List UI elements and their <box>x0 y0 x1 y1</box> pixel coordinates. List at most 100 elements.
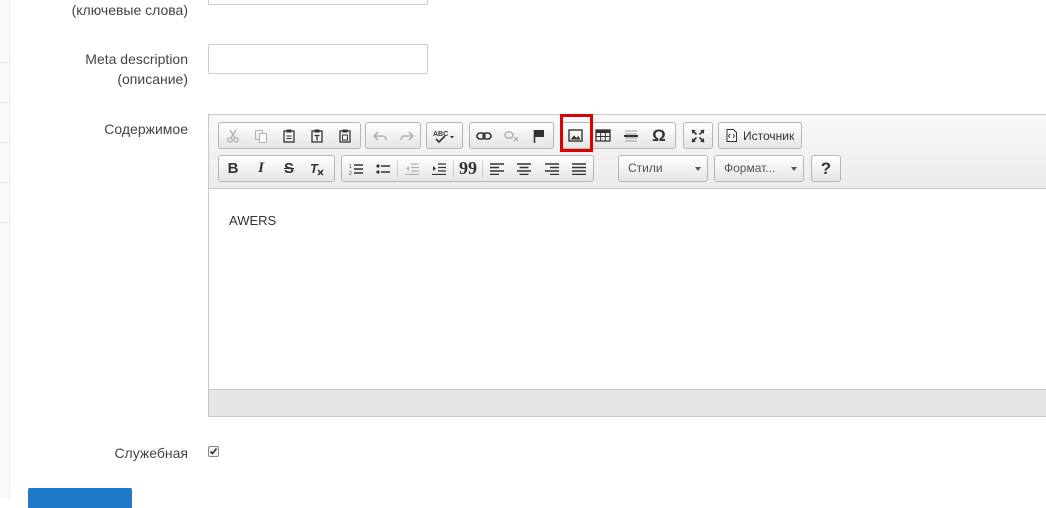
meta-description-label-line2: (описание) <box>117 71 188 87</box>
remove-format-icon: T <box>310 162 324 176</box>
chevron-down-icon <box>695 167 701 171</box>
align-justify-button[interactable] <box>565 156 593 181</box>
horizontal-rule-icon <box>624 130 638 141</box>
paste-text-button[interactable] <box>303 123 331 148</box>
remove-format-button[interactable]: T <box>303 156 331 181</box>
chevron-down-icon <box>791 167 797 171</box>
sidebar-divider <box>0 102 9 103</box>
meta-description-input[interactable] <box>208 44 428 74</box>
clipboard-group <box>218 122 361 149</box>
special-char-button[interactable]: Ω <box>645 123 673 148</box>
indent-button[interactable] <box>426 156 454 181</box>
align-center-button[interactable] <box>510 156 538 181</box>
outdent-button[interactable] <box>398 156 426 181</box>
service-checkbox[interactable] <box>208 446 219 457</box>
table-button[interactable] <box>589 123 617 148</box>
paragraph-group: 12 99 <box>341 155 594 182</box>
bulleted-list-button[interactable] <box>370 156 398 181</box>
meta-description-label: Meta description (описание) <box>85 49 188 89</box>
link-button[interactable] <box>470 123 498 148</box>
table-icon <box>595 129 611 142</box>
help-icon: ? <box>820 158 832 178</box>
svg-text:1: 1 <box>349 164 352 170</box>
align-left-icon <box>489 162 504 175</box>
sidebar-divider <box>0 142 9 143</box>
sidebar-divider <box>0 62 9 63</box>
svg-text:2: 2 <box>349 171 352 175</box>
unlink-icon <box>503 130 518 141</box>
editor-status-bar <box>209 389 1046 416</box>
format-dropdown-label: Формат... <box>724 161 776 175</box>
copy-icon <box>255 129 267 143</box>
maximize-button[interactable] <box>684 123 712 148</box>
bulleted-list-icon <box>376 163 391 174</box>
editor-toolbar: ABC Ω Источник B I S T 1 2 99 Стили Форм… <box>209 115 1046 189</box>
format-dropdown[interactable]: Формат... <box>714 155 804 182</box>
editor-content-text: AWERS <box>229 213 277 228</box>
history-group <box>365 122 421 149</box>
omega-icon: Ω <box>652 125 666 145</box>
italic-icon: I <box>258 160 264 176</box>
link-icon <box>476 131 492 140</box>
maximize-icon <box>691 128 705 143</box>
sidebar-divider <box>0 222 9 223</box>
links-group <box>469 122 554 149</box>
meta-description-label-line1: Meta description <box>85 51 188 67</box>
redo-icon <box>399 130 414 141</box>
service-label: Служебная <box>114 445 188 461</box>
align-left-button[interactable] <box>483 156 511 181</box>
anchor-button[interactable] <box>525 123 553 148</box>
editor-content-area[interactable]: AWERS <box>209 189 1046 390</box>
spellcheck-icon: ABC <box>433 131 454 143</box>
copy-button[interactable] <box>247 123 275 148</box>
align-right-button[interactable] <box>538 156 566 181</box>
outdent-icon <box>404 162 419 175</box>
numbered-list-icon: 12 <box>349 164 363 175</box>
keywords-label: (ключевые слова) <box>71 2 188 18</box>
numbered-list-button[interactable]: 12 <box>342 156 370 181</box>
left-sidebar-edge <box>0 0 10 499</box>
paste-text-icon <box>311 129 323 143</box>
image-button[interactable] <box>561 123 589 148</box>
spellcheck-button[interactable]: ABC <box>427 123 462 148</box>
svg-text:ABC: ABC <box>433 131 448 138</box>
paste-word-icon <box>339 129 351 143</box>
undo-icon <box>372 130 387 141</box>
blockquote-button[interactable]: 99 <box>454 156 482 181</box>
basicstyles-group: B I S T <box>218 155 335 182</box>
cut-icon <box>227 129 239 143</box>
horizontal-rule-button[interactable] <box>617 123 645 148</box>
source-icon <box>726 129 737 142</box>
redo-button[interactable] <box>393 123 420 148</box>
paste-button[interactable] <box>275 123 303 148</box>
checkmark-icon <box>209 448 218 455</box>
paste-word-button[interactable] <box>331 123 359 148</box>
styles-dropdown[interactable]: Стили <box>618 155 708 182</box>
styles-dropdown-label: Стили <box>628 161 663 175</box>
strike-button[interactable]: S <box>275 156 303 181</box>
sidebar-divider <box>0 182 9 183</box>
content-label: Содержимое <box>104 121 188 137</box>
bold-button[interactable]: B <box>219 156 247 181</box>
keywords-input[interactable] <box>208 0 428 5</box>
help-button[interactable]: ? <box>812 156 840 181</box>
italic-button[interactable]: I <box>247 156 275 181</box>
unlink-button[interactable] <box>498 123 526 148</box>
align-justify-icon <box>572 162 587 175</box>
help-group: ? <box>811 155 841 182</box>
paste-icon <box>283 129 295 143</box>
align-center-icon <box>517 162 532 175</box>
undo-button[interactable] <box>366 123 393 148</box>
blockquote-icon: 99 <box>459 158 477 178</box>
source-group: Источник <box>718 122 802 149</box>
svg-text:T: T <box>310 162 319 176</box>
bold-icon: B <box>227 160 239 177</box>
align-right-icon <box>544 162 559 175</box>
strikethrough-icon: S <box>283 160 294 177</box>
indent-icon <box>432 162 447 175</box>
cut-button[interactable] <box>219 123 247 148</box>
source-button[interactable]: Источник <box>743 129 794 143</box>
flag-icon <box>533 129 545 143</box>
tools-group <box>683 122 713 149</box>
save-button[interactable] <box>28 488 132 508</box>
